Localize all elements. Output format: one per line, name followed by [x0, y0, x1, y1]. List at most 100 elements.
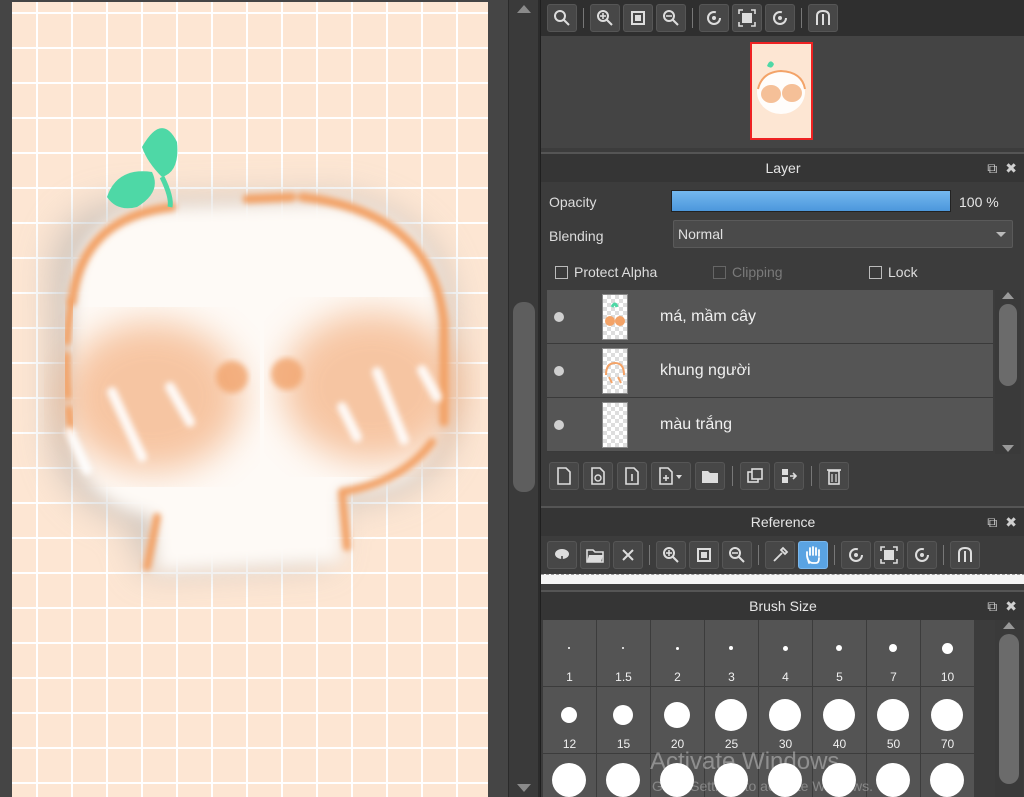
navigator-thumbnail[interactable] — [750, 42, 813, 140]
brush-size-cell[interactable] — [597, 754, 650, 797]
new-layer-icon[interactable] — [549, 462, 579, 490]
scroll-down-arrow-icon[interactable] — [517, 784, 531, 792]
opacity-slider-fill — [672, 191, 950, 211]
brush-size-cell[interactable]: 1.5 — [597, 620, 650, 686]
lock-checkbox[interactable]: Lock — [869, 264, 918, 280]
activate-windows-watermark: Activate Windows — [650, 748, 840, 775]
brush-size-cell[interactable]: 15 — [597, 687, 650, 753]
open-folder-icon[interactable] — [580, 541, 610, 569]
brush-size-cell[interactable]: 12 — [543, 687, 596, 753]
folder-icon[interactable] — [695, 462, 725, 490]
brush-size-cell[interactable]: 4 — [759, 620, 812, 686]
clipping-label: Clipping — [732, 264, 783, 280]
popout-icon[interactable]: ⧉ — [987, 514, 997, 531]
rotate-left-icon[interactable] — [699, 4, 729, 32]
brush-size-cell[interactable]: 40 — [813, 687, 866, 753]
layer-row[interactable]: màu trắng — [547, 398, 993, 452]
brush-dot-icon — [715, 699, 747, 731]
protect-alpha-checkbox[interactable]: Protect Alpha — [555, 264, 657, 280]
fullscreen-icon[interactable] — [874, 541, 904, 569]
rotate-right-icon[interactable] — [907, 541, 937, 569]
scroll-up-arrow-icon[interactable] — [517, 5, 531, 13]
brush-size-cell[interactable]: 7 — [867, 620, 920, 686]
reference-image-strip[interactable] — [541, 574, 1024, 584]
scroll-up-arrow-icon[interactable] — [1003, 622, 1015, 629]
brush-size-panel-header: Brush Size ⧉ ✖ — [541, 590, 1024, 620]
brush-size-cell[interactable] — [543, 754, 596, 797]
brush-size-cell[interactable] — [921, 754, 974, 797]
chevron-down-icon — [996, 232, 1006, 237]
brush-dot-icon — [782, 645, 788, 651]
eyedropper-icon[interactable] — [765, 541, 795, 569]
brush-dot-icon — [876, 763, 910, 797]
layer-panel: Opacity 100 % Blending Normal Protect Al… — [541, 184, 1024, 502]
layer-row[interactable]: khung người — [547, 344, 993, 398]
zoom-in-icon[interactable] — [656, 541, 686, 569]
brush-size-cell[interactable]: 5 — [813, 620, 866, 686]
cloud-download-icon[interactable] — [547, 541, 577, 569]
separator — [758, 545, 759, 565]
separator — [583, 8, 584, 28]
layer-scroll-thumb[interactable] — [999, 304, 1017, 386]
new-halftone-layer-icon[interactable] — [583, 462, 613, 490]
popout-icon[interactable]: ⧉ — [987, 160, 997, 177]
canvas-scroll-thumb[interactable] — [513, 302, 535, 492]
brush-size-label: 5 — [836, 670, 843, 684]
layer-list-scrollbar[interactable] — [995, 290, 1021, 454]
fullscreen-icon[interactable] — [732, 4, 762, 32]
close-reference-icon[interactable] — [613, 541, 643, 569]
opacity-slider[interactable] — [671, 190, 951, 212]
close-icon[interactable]: ✖ — [1005, 514, 1017, 531]
navigator-preview[interactable] — [541, 36, 1024, 148]
drawing-canvas[interactable] — [12, 2, 488, 797]
trash-icon[interactable] — [819, 462, 849, 490]
brush-size-cell[interactable]: 2 — [651, 620, 704, 686]
flip-icon[interactable] — [808, 4, 838, 32]
zoom-out-icon[interactable] — [722, 541, 752, 569]
hand-icon[interactable] — [798, 541, 828, 569]
canvas-vertical-scrollbar[interactable] — [508, 0, 538, 797]
clipping-checkbox[interactable]: Clipping — [713, 264, 783, 280]
add-layer-dropdown-icon[interactable] — [651, 462, 691, 490]
new-1bit-layer-icon[interactable] — [617, 462, 647, 490]
scroll-down-arrow-icon[interactable] — [1002, 445, 1014, 452]
brush-scroll-thumb[interactable] — [999, 634, 1019, 784]
brush-size-cell[interactable]: 30 — [759, 687, 812, 753]
brush-size-cell[interactable]: 3 — [705, 620, 758, 686]
brush-size-cell[interactable]: 10 — [921, 620, 974, 686]
visibility-toggle-icon[interactable] — [554, 365, 564, 376]
rotate-right-icon[interactable] — [765, 4, 795, 32]
brush-size-label: 3 — [728, 670, 735, 684]
duplicate-layer-icon[interactable] — [740, 462, 770, 490]
brush-size-cell[interactable]: 70 — [921, 687, 974, 753]
checkbox-box[interactable] — [713, 265, 726, 279]
brush-size-cell[interactable]: 25 — [705, 687, 758, 753]
popout-icon[interactable]: ⧉ — [987, 598, 997, 615]
visibility-toggle-icon[interactable] — [554, 419, 564, 430]
separator — [834, 545, 835, 565]
brush-size-cell[interactable]: 20 — [651, 687, 704, 753]
fit-icon[interactable] — [689, 541, 719, 569]
close-icon[interactable]: ✖ — [1005, 598, 1017, 615]
scroll-up-arrow-icon[interactable] — [1002, 292, 1014, 299]
brush-size-scrollbar[interactable] — [995, 620, 1023, 797]
checkbox-box[interactable] — [555, 265, 568, 279]
merge-layer-icon[interactable] — [774, 462, 804, 490]
brush-size-cell[interactable]: 50 — [867, 687, 920, 753]
rotate-left-icon[interactable] — [841, 541, 871, 569]
canvas-area[interactable] — [0, 0, 508, 797]
brush-size-cell[interactable]: 1 — [543, 620, 596, 686]
layer-name: má, mầm cây — [660, 307, 757, 325]
close-icon[interactable]: ✖ — [1005, 160, 1017, 177]
layer-row[interactable]: má, mầm cây — [547, 290, 993, 344]
checkbox-box[interactable] — [869, 265, 882, 279]
zoom-in-icon[interactable] — [590, 4, 620, 32]
brush-size-cell[interactable] — [867, 754, 920, 797]
blending-label: Blending — [549, 228, 604, 244]
blending-select[interactable]: Normal — [673, 220, 1013, 248]
magnify-icon[interactable] — [547, 4, 577, 32]
visibility-toggle-icon[interactable] — [554, 311, 564, 322]
flip-icon[interactable] — [950, 541, 980, 569]
fit-icon[interactable] — [623, 4, 653, 32]
zoom-out-icon[interactable] — [656, 4, 686, 32]
